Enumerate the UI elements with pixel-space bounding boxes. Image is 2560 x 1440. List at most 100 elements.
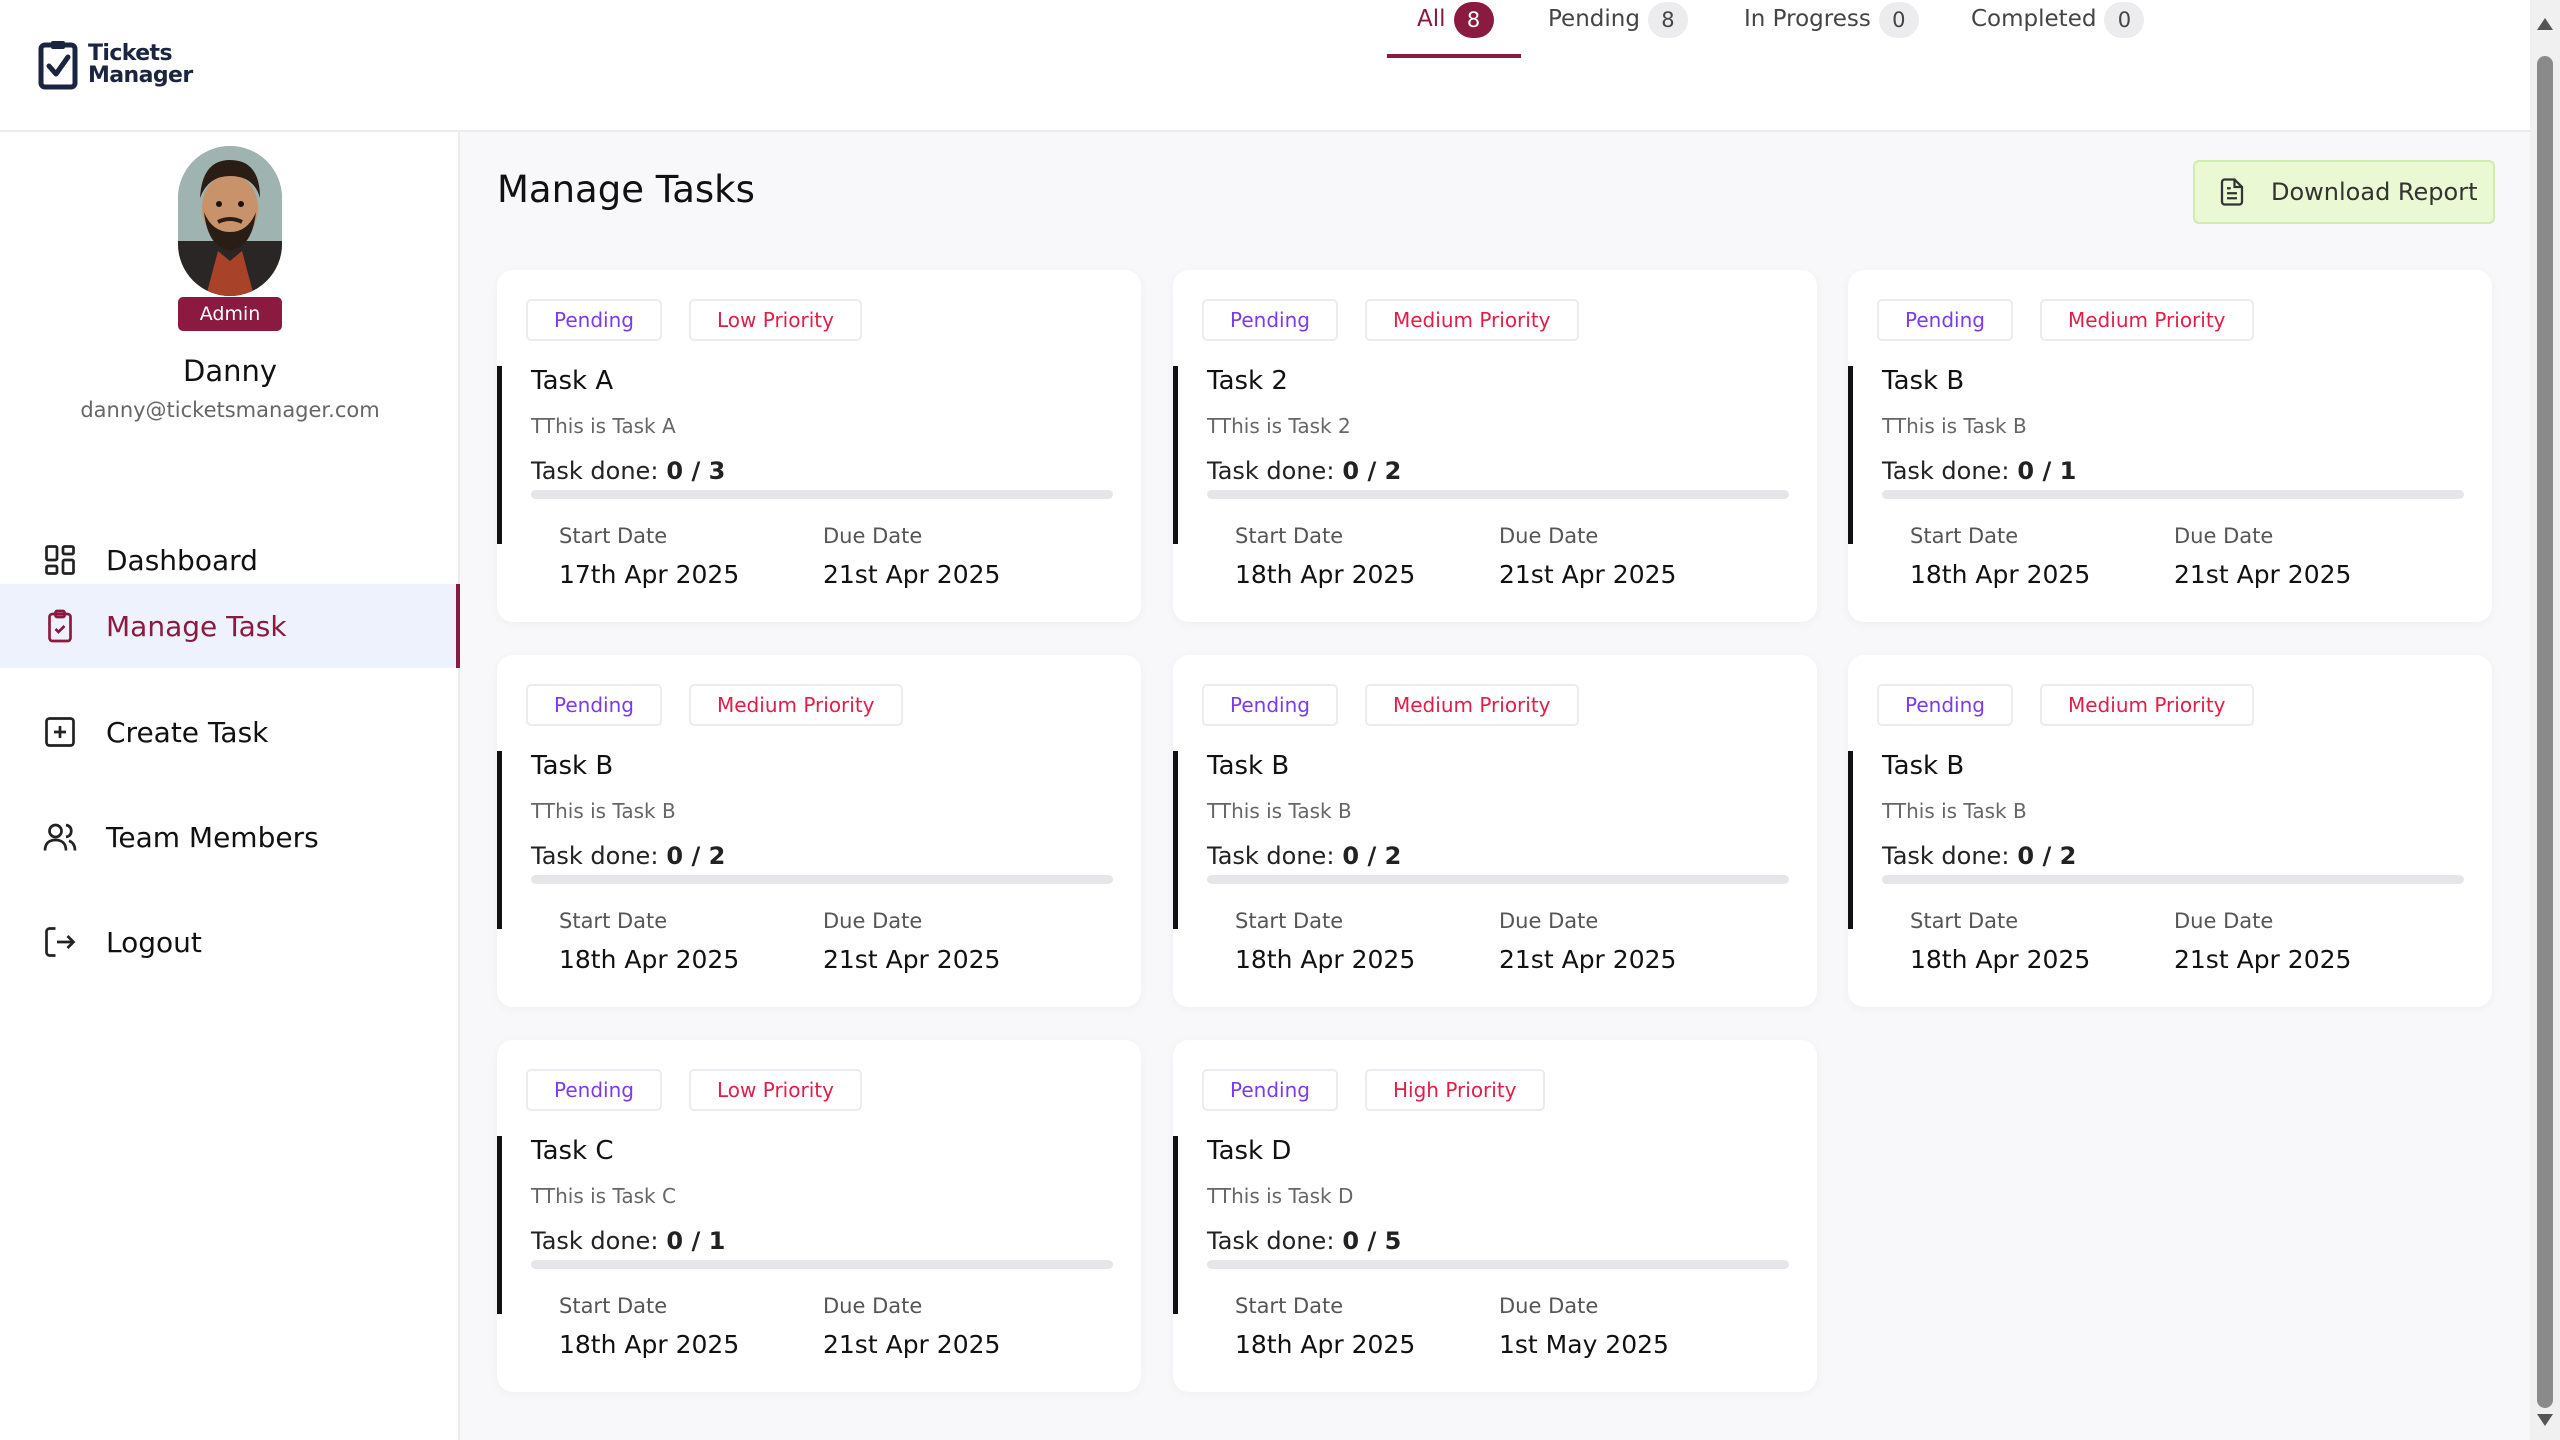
card-accent-bar xyxy=(1173,1136,1178,1314)
progress-bar xyxy=(1882,490,2464,499)
logo-line-2: Manager xyxy=(88,63,193,88)
task-title: Task B xyxy=(1882,751,1965,781)
sidebar: Admin Danny danny@ticketsmanager.com Das… xyxy=(0,132,460,1440)
due-date-label: Due Date xyxy=(1499,524,1599,548)
task-title: Task D xyxy=(1207,1136,1292,1166)
nav-label-team-members: Team Members xyxy=(106,820,319,854)
nav-item-team-members[interactable]: Team Members xyxy=(0,795,460,879)
card-accent-bar xyxy=(1173,366,1178,544)
due-date-value: 21st Apr 2025 xyxy=(1499,560,1677,589)
page-title: Manage Tasks xyxy=(497,168,755,211)
status-badge: Pending xyxy=(1202,299,1338,341)
priority-badge: Medium Priority xyxy=(1365,299,1579,341)
nav-item-logout[interactable]: Logout xyxy=(0,900,460,984)
tab-completed-count: 0 xyxy=(2104,2,2145,38)
priority-badge: Medium Priority xyxy=(689,684,903,726)
status-badge: Pending xyxy=(1877,684,2013,726)
download-report-label: Download Report xyxy=(2271,178,2478,206)
due-date-value: 21st Apr 2025 xyxy=(2174,560,2352,589)
nav-item-manage-task[interactable]: Manage Task xyxy=(0,584,460,668)
task-title: Task B xyxy=(1882,366,1965,396)
user-name: Danny xyxy=(182,354,278,388)
due-date-value: 1st May 2025 xyxy=(1499,1330,1669,1359)
task-title: Task B xyxy=(1207,751,1290,781)
start-date-value: 18th Apr 2025 xyxy=(559,1330,740,1359)
start-date-label: Start Date xyxy=(559,909,668,933)
status-badge: Pending xyxy=(1877,299,2013,341)
task-card[interactable]: Pending Medium Priority Task 2 TThis is … xyxy=(1173,270,1817,622)
tab-in-progress[interactable]: In Progress 0 xyxy=(1744,0,1919,58)
start-date-value: 17th Apr 2025 xyxy=(559,560,740,589)
tab-all-count: 8 xyxy=(1453,2,1494,38)
priority-badge: Medium Priority xyxy=(2040,299,2254,341)
start-date-label: Start Date xyxy=(1235,909,1344,933)
due-date-label: Due Date xyxy=(1499,909,1599,933)
task-done: Task done: 0 / 2 xyxy=(531,842,725,870)
task-done-count: 0 / 2 xyxy=(1342,457,1402,485)
task-card[interactable]: Pending Medium Priority Task B TThis is … xyxy=(1173,655,1817,1007)
tab-all[interactable]: All 8 xyxy=(1387,0,1521,58)
task-description: TThis is Task C xyxy=(531,1184,676,1208)
due-date-value: 21st Apr 2025 xyxy=(2174,945,2352,974)
task-description: TThis is Task B xyxy=(1207,799,1352,823)
task-card[interactable]: Pending Medium Priority Task B TThis is … xyxy=(1848,270,2492,622)
nav-label-logout: Logout xyxy=(106,925,202,959)
scrollbar[interactable] xyxy=(2530,0,2560,1440)
plus-square-icon xyxy=(45,717,75,747)
tab-all-label: All xyxy=(1417,6,1446,32)
clipboard-check-icon xyxy=(48,609,72,643)
task-card[interactable]: Pending Medium Priority Task B TThis is … xyxy=(497,655,1141,1007)
status-badge: Pending xyxy=(526,684,662,726)
task-card[interactable]: Pending Medium Priority Task B TThis is … xyxy=(1848,655,2492,1007)
start-date-label: Start Date xyxy=(1235,524,1344,548)
task-done: Task done: 0 / 1 xyxy=(531,1227,725,1255)
card-accent-bar xyxy=(1848,751,1853,929)
scroll-down-icon[interactable] xyxy=(2537,1414,2553,1426)
task-card[interactable]: Pending High Priority Task D TThis is Ta… xyxy=(1173,1040,1817,1392)
start-date-value: 18th Apr 2025 xyxy=(1235,1330,1416,1359)
task-done-label: Task done: xyxy=(1207,1227,1335,1255)
nav-item-create-task[interactable]: Create Task xyxy=(0,690,460,774)
task-done-label: Task done: xyxy=(1207,842,1335,870)
task-description: TThis is Task B xyxy=(531,799,676,823)
card-accent-bar xyxy=(1173,751,1178,929)
task-title: Task 2 xyxy=(1207,366,1288,396)
tab-in-progress-count: 0 xyxy=(1878,2,1919,38)
download-report-button[interactable]: Download Report xyxy=(2193,160,2495,224)
task-description: TThis is Task 2 xyxy=(1207,414,1351,438)
due-date-value: 21st Apr 2025 xyxy=(823,1330,1001,1359)
task-done-count: 0 / 1 xyxy=(2017,457,2077,485)
start-date-label: Start Date xyxy=(1910,524,2019,548)
scroll-thumb[interactable] xyxy=(2537,56,2553,1408)
task-card[interactable]: Pending Low Priority Task C TThis is Tas… xyxy=(497,1040,1141,1392)
task-done-count: 0 / 5 xyxy=(1342,1227,1402,1255)
task-done-label: Task done: xyxy=(531,457,659,485)
start-date-value: 18th Apr 2025 xyxy=(1910,560,2091,589)
scroll-up-icon[interactable] xyxy=(2537,18,2553,30)
app-logo[interactable]: Tickets Manager xyxy=(38,40,193,90)
status-badge: Pending xyxy=(1202,1069,1338,1111)
due-date-value: 21st Apr 2025 xyxy=(823,560,1001,589)
task-done: Task done: 0 / 2 xyxy=(1882,842,2076,870)
status-badge: Pending xyxy=(526,299,662,341)
top-bar: Tickets Manager xyxy=(0,0,2530,132)
start-date-value: 18th Apr 2025 xyxy=(1910,945,2091,974)
due-date-label: Due Date xyxy=(2174,909,2274,933)
task-description: TThis is Task B xyxy=(1882,799,2027,823)
progress-bar xyxy=(1207,1260,1789,1269)
progress-bar xyxy=(531,875,1113,884)
file-report-icon xyxy=(2220,178,2244,206)
tab-completed[interactable]: Completed 0 xyxy=(1971,0,2145,58)
logout-icon xyxy=(45,927,76,957)
task-card[interactable]: Pending Low Priority Task A TThis is Tas… xyxy=(497,270,1141,622)
nav-label-dashboard: Dashboard xyxy=(106,543,258,577)
task-done: Task done: 0 / 2 xyxy=(1207,842,1401,870)
nav-label-manage-task: Manage Task xyxy=(106,609,287,643)
avatar-image xyxy=(178,146,282,296)
start-date-label: Start Date xyxy=(559,524,668,548)
start-date-value: 18th Apr 2025 xyxy=(1235,945,1416,974)
tab-pending[interactable]: Pending 8 xyxy=(1548,0,1688,58)
card-accent-bar xyxy=(497,366,502,544)
start-date-label: Start Date xyxy=(1910,909,2019,933)
priority-badge: High Priority xyxy=(1365,1069,1545,1111)
